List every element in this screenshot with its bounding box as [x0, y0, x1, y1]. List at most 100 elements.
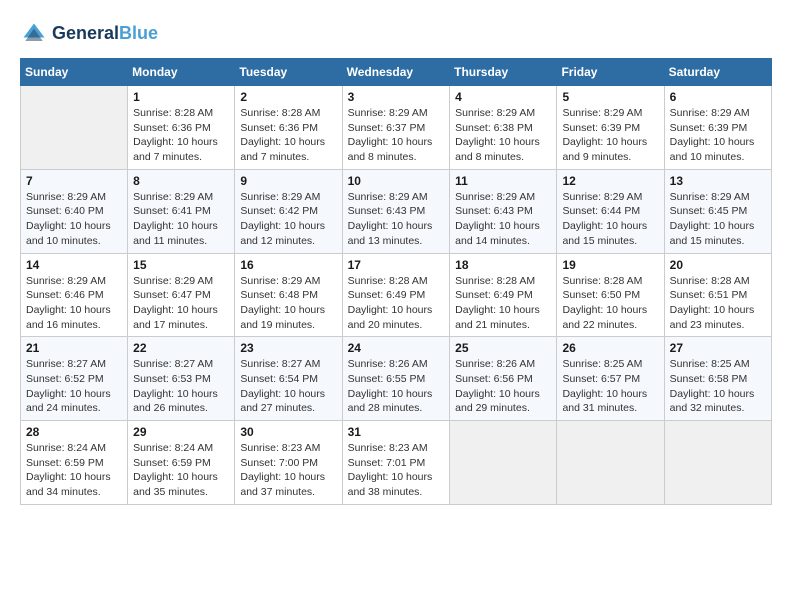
calendar-cell: 30 Sunrise: 8:23 AMSunset: 7:00 PMDaylig…	[235, 421, 342, 505]
day-detail: Sunrise: 8:28 AMSunset: 6:51 PMDaylight:…	[670, 274, 766, 333]
weekday-header-thursday: Thursday	[450, 59, 557, 86]
calendar-cell: 8 Sunrise: 8:29 AMSunset: 6:41 PMDayligh…	[128, 169, 235, 253]
weekday-header-wednesday: Wednesday	[342, 59, 450, 86]
day-number: 31	[348, 425, 445, 439]
day-number: 3	[348, 90, 445, 104]
calendar-cell: 22 Sunrise: 8:27 AMSunset: 6:53 PMDaylig…	[128, 337, 235, 421]
day-number: 8	[133, 174, 229, 188]
day-detail: Sunrise: 8:27 AMSunset: 6:54 PMDaylight:…	[240, 357, 336, 416]
day-detail: Sunrise: 8:27 AMSunset: 6:52 PMDaylight:…	[26, 357, 122, 416]
calendar-cell: 31 Sunrise: 8:23 AMSunset: 7:01 PMDaylig…	[342, 421, 450, 505]
calendar-cell: 24 Sunrise: 8:26 AMSunset: 6:55 PMDaylig…	[342, 337, 450, 421]
calendar-cell: 5 Sunrise: 8:29 AMSunset: 6:39 PMDayligh…	[557, 86, 664, 170]
day-number: 25	[455, 341, 551, 355]
calendar-cell: 14 Sunrise: 8:29 AMSunset: 6:46 PMDaylig…	[21, 253, 128, 337]
logo-icon	[20, 20, 48, 48]
day-number: 29	[133, 425, 229, 439]
day-detail: Sunrise: 8:29 AMSunset: 6:38 PMDaylight:…	[455, 106, 551, 165]
calendar-cell: 6 Sunrise: 8:29 AMSunset: 6:39 PMDayligh…	[664, 86, 771, 170]
calendar-cell: 4 Sunrise: 8:29 AMSunset: 6:38 PMDayligh…	[450, 86, 557, 170]
calendar-cell: 18 Sunrise: 8:28 AMSunset: 6:49 PMDaylig…	[450, 253, 557, 337]
day-number: 13	[670, 174, 766, 188]
calendar-cell: 11 Sunrise: 8:29 AMSunset: 6:43 PMDaylig…	[450, 169, 557, 253]
day-detail: Sunrise: 8:29 AMSunset: 6:40 PMDaylight:…	[26, 190, 122, 249]
day-detail: Sunrise: 8:25 AMSunset: 6:57 PMDaylight:…	[562, 357, 658, 416]
day-number: 28	[26, 425, 122, 439]
calendar-table: SundayMondayTuesdayWednesdayThursdayFrid…	[20, 58, 772, 505]
logo-text: GeneralBlue	[52, 24, 158, 44]
day-detail: Sunrise: 8:27 AMSunset: 6:53 PMDaylight:…	[133, 357, 229, 416]
day-detail: Sunrise: 8:26 AMSunset: 6:55 PMDaylight:…	[348, 357, 445, 416]
calendar-cell: 25 Sunrise: 8:26 AMSunset: 6:56 PMDaylig…	[450, 337, 557, 421]
day-number: 6	[670, 90, 766, 104]
calendar-cell: 21 Sunrise: 8:27 AMSunset: 6:52 PMDaylig…	[21, 337, 128, 421]
calendar-cell: 20 Sunrise: 8:28 AMSunset: 6:51 PMDaylig…	[664, 253, 771, 337]
day-number: 26	[562, 341, 658, 355]
calendar-cell: 19 Sunrise: 8:28 AMSunset: 6:50 PMDaylig…	[557, 253, 664, 337]
day-number: 11	[455, 174, 551, 188]
day-number: 15	[133, 258, 229, 272]
day-detail: Sunrise: 8:28 AMSunset: 6:36 PMDaylight:…	[240, 106, 336, 165]
day-detail: Sunrise: 8:29 AMSunset: 6:42 PMDaylight:…	[240, 190, 336, 249]
calendar-cell: 13 Sunrise: 8:29 AMSunset: 6:45 PMDaylig…	[664, 169, 771, 253]
day-number: 10	[348, 174, 445, 188]
calendar-cell: 26 Sunrise: 8:25 AMSunset: 6:57 PMDaylig…	[557, 337, 664, 421]
page-header: GeneralBlue	[20, 20, 772, 48]
calendar-cell: 12 Sunrise: 8:29 AMSunset: 6:44 PMDaylig…	[557, 169, 664, 253]
day-number: 18	[455, 258, 551, 272]
day-number: 19	[562, 258, 658, 272]
weekday-header-sunday: Sunday	[21, 59, 128, 86]
day-number: 23	[240, 341, 336, 355]
week-row-2: 7 Sunrise: 8:29 AMSunset: 6:40 PMDayligh…	[21, 169, 772, 253]
calendar-cell: 10 Sunrise: 8:29 AMSunset: 6:43 PMDaylig…	[342, 169, 450, 253]
calendar-cell: 28 Sunrise: 8:24 AMSunset: 6:59 PMDaylig…	[21, 421, 128, 505]
calendar-cell: 1 Sunrise: 8:28 AMSunset: 6:36 PMDayligh…	[128, 86, 235, 170]
day-detail: Sunrise: 8:29 AMSunset: 6:39 PMDaylight:…	[562, 106, 658, 165]
week-row-3: 14 Sunrise: 8:29 AMSunset: 6:46 PMDaylig…	[21, 253, 772, 337]
day-number: 17	[348, 258, 445, 272]
day-number: 14	[26, 258, 122, 272]
day-detail: Sunrise: 8:29 AMSunset: 6:43 PMDaylight:…	[455, 190, 551, 249]
day-detail: Sunrise: 8:29 AMSunset: 6:43 PMDaylight:…	[348, 190, 445, 249]
day-number: 9	[240, 174, 336, 188]
day-number: 12	[562, 174, 658, 188]
calendar-cell: 17 Sunrise: 8:28 AMSunset: 6:49 PMDaylig…	[342, 253, 450, 337]
calendar-cell: 7 Sunrise: 8:29 AMSunset: 6:40 PMDayligh…	[21, 169, 128, 253]
day-detail: Sunrise: 8:28 AMSunset: 6:49 PMDaylight:…	[455, 274, 551, 333]
day-detail: Sunrise: 8:28 AMSunset: 6:50 PMDaylight:…	[562, 274, 658, 333]
calendar-cell: 2 Sunrise: 8:28 AMSunset: 6:36 PMDayligh…	[235, 86, 342, 170]
day-number: 21	[26, 341, 122, 355]
day-detail: Sunrise: 8:24 AMSunset: 6:59 PMDaylight:…	[133, 441, 229, 500]
day-detail: Sunrise: 8:28 AMSunset: 6:36 PMDaylight:…	[133, 106, 229, 165]
calendar-cell: 9 Sunrise: 8:29 AMSunset: 6:42 PMDayligh…	[235, 169, 342, 253]
day-detail: Sunrise: 8:23 AMSunset: 7:00 PMDaylight:…	[240, 441, 336, 500]
weekday-header-row: SundayMondayTuesdayWednesdayThursdayFrid…	[21, 59, 772, 86]
day-number: 20	[670, 258, 766, 272]
calendar-cell: 3 Sunrise: 8:29 AMSunset: 6:37 PMDayligh…	[342, 86, 450, 170]
day-detail: Sunrise: 8:24 AMSunset: 6:59 PMDaylight:…	[26, 441, 122, 500]
day-detail: Sunrise: 8:29 AMSunset: 6:45 PMDaylight:…	[670, 190, 766, 249]
day-number: 30	[240, 425, 336, 439]
weekday-header-friday: Friday	[557, 59, 664, 86]
day-detail: Sunrise: 8:29 AMSunset: 6:47 PMDaylight:…	[133, 274, 229, 333]
day-number: 27	[670, 341, 766, 355]
day-detail: Sunrise: 8:29 AMSunset: 6:44 PMDaylight:…	[562, 190, 658, 249]
day-number: 2	[240, 90, 336, 104]
calendar-cell: 27 Sunrise: 8:25 AMSunset: 6:58 PMDaylig…	[664, 337, 771, 421]
calendar-cell: 29 Sunrise: 8:24 AMSunset: 6:59 PMDaylig…	[128, 421, 235, 505]
week-row-1: 1 Sunrise: 8:28 AMSunset: 6:36 PMDayligh…	[21, 86, 772, 170]
calendar-cell	[557, 421, 664, 505]
day-number: 16	[240, 258, 336, 272]
day-detail: Sunrise: 8:29 AMSunset: 6:39 PMDaylight:…	[670, 106, 766, 165]
weekday-header-monday: Monday	[128, 59, 235, 86]
weekday-header-saturday: Saturday	[664, 59, 771, 86]
day-detail: Sunrise: 8:28 AMSunset: 6:49 PMDaylight:…	[348, 274, 445, 333]
calendar-cell	[450, 421, 557, 505]
day-detail: Sunrise: 8:25 AMSunset: 6:58 PMDaylight:…	[670, 357, 766, 416]
day-number: 4	[455, 90, 551, 104]
logo: GeneralBlue	[20, 20, 158, 48]
week-row-4: 21 Sunrise: 8:27 AMSunset: 6:52 PMDaylig…	[21, 337, 772, 421]
day-number: 7	[26, 174, 122, 188]
week-row-5: 28 Sunrise: 8:24 AMSunset: 6:59 PMDaylig…	[21, 421, 772, 505]
day-detail: Sunrise: 8:23 AMSunset: 7:01 PMDaylight:…	[348, 441, 445, 500]
